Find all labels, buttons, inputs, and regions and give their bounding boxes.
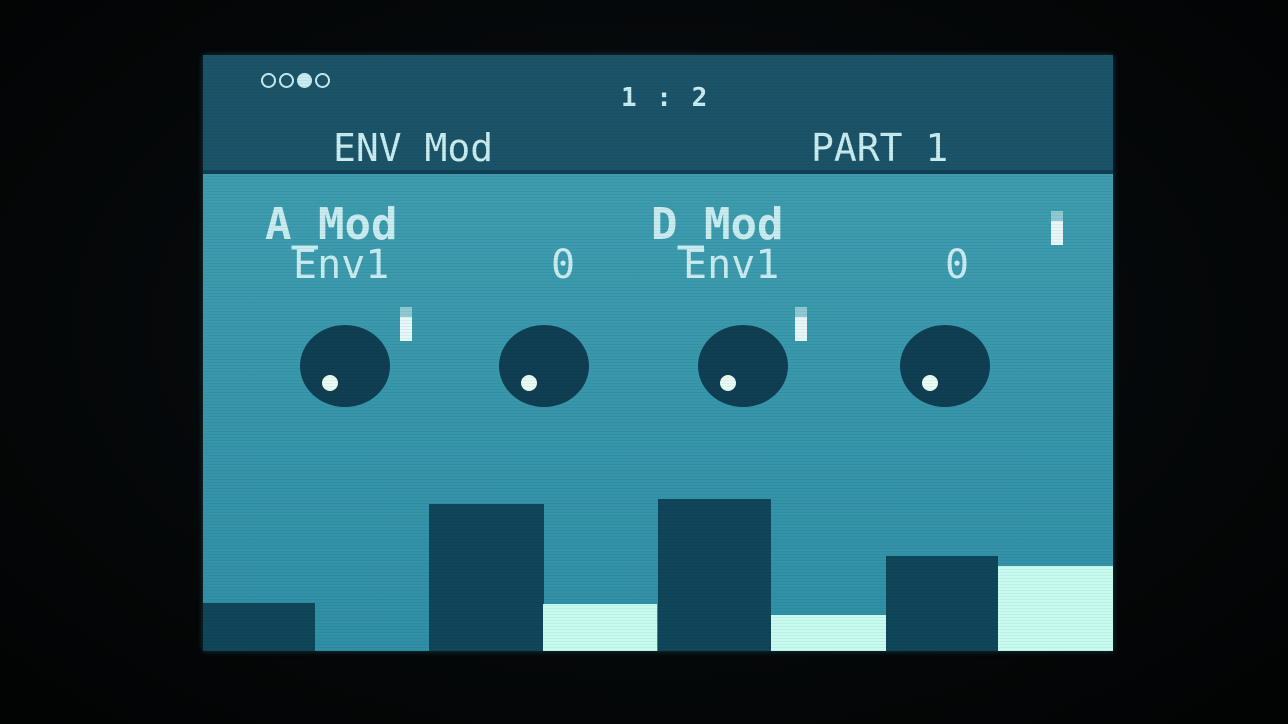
lcd-screen: 1 : 2 ENV Mod PART 1 A_Mod D_Mod Env1 0 … (203, 55, 1113, 651)
part-label: PART 1 (811, 126, 949, 170)
knob-4[interactable] (900, 325, 990, 407)
param-a-mod-name: A_Mod (265, 199, 398, 250)
level-bar-2 (429, 504, 544, 651)
knob-3-level-bar (795, 307, 807, 341)
page-title: ENV Mod (333, 126, 494, 170)
param-d-mod-source[interactable]: Env1 (683, 245, 779, 285)
page-dot-4 (315, 73, 330, 88)
level-bar-6 (886, 556, 998, 651)
knob-3-indicator (720, 375, 736, 391)
knob-1-level-bar (400, 307, 412, 341)
position-readout: 1 : 2 (621, 83, 710, 113)
param-d-mod-value[interactable]: 0 (945, 245, 969, 285)
level-bar-1 (203, 603, 315, 651)
device-bezel: 1 : 2 ENV Mod PART 1 A_Mod D_Mod Env1 0 … (0, 0, 1288, 724)
knob-2[interactable] (499, 325, 589, 407)
header-divider (203, 170, 1113, 174)
page-dot-2 (279, 73, 294, 88)
level-bar-3 (543, 604, 657, 651)
level-bar-4 (658, 499, 771, 651)
knob-1[interactable] (300, 325, 390, 407)
knob-1-indicator (322, 375, 338, 391)
scroll-indicator (1051, 211, 1063, 245)
param-d-mod-name: D_Mod (651, 199, 784, 250)
level-bar-7 (998, 566, 1113, 651)
knob-2-indicator (521, 375, 537, 391)
level-bar-5 (771, 615, 887, 651)
page-dot-1 (261, 73, 276, 88)
knob-4-indicator (922, 375, 938, 391)
param-a-mod-value[interactable]: 0 (551, 245, 575, 285)
param-a-mod-source[interactable]: Env1 (293, 245, 389, 285)
knob-3[interactable] (698, 325, 788, 407)
page-dot-3 (297, 73, 312, 88)
